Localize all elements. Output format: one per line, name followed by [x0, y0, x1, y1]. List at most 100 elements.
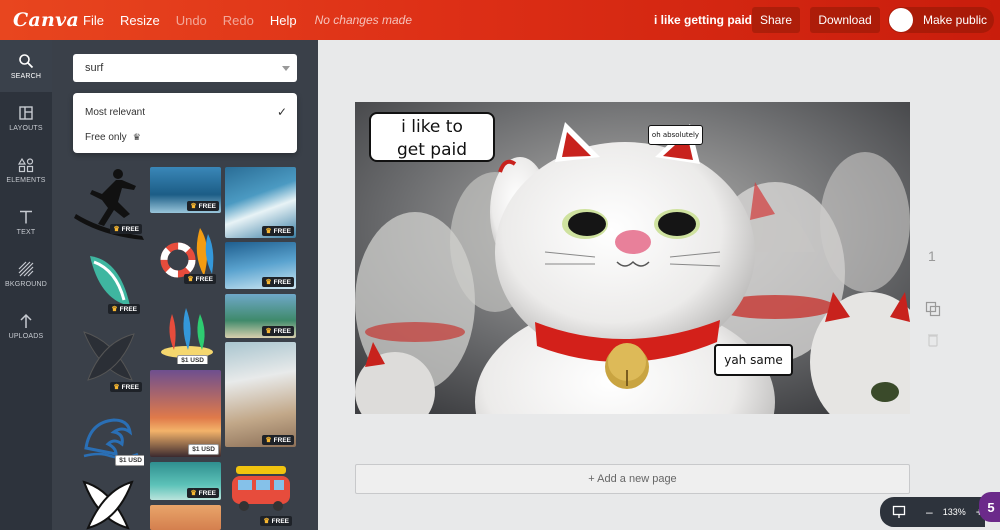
surfer-silhouette-graphic[interactable]: ♛ FREE: [72, 164, 146, 242]
bubble-small-text: oh absolutely: [651, 131, 700, 139]
crossed-surfboards-graphic[interactable]: ♛ FREE: [76, 328, 142, 392]
search-panel: Most relevant ✓ Free only♛ ♛FREE ♛FREE ♛…: [52, 40, 318, 530]
search-icon: [19, 53, 34, 68]
menu-resize[interactable]: Resize: [120, 13, 160, 28]
free-badge: ♛ FREE: [262, 435, 294, 445]
crown-icon: ♛: [265, 437, 272, 444]
surf-photo-thumbnail[interactable]: ♛ FREE: [150, 167, 221, 213]
surfboard-trio-graphic[interactable]: $1 USD: [156, 304, 218, 364]
beach-photo-thumbnail[interactable]: [150, 505, 221, 530]
rail-item-text[interactable]: TEXT: [0, 196, 52, 248]
top-bar: Canva File Resize Undo Redo Help No chan…: [0, 0, 1000, 40]
checkmark-icon: ✓: [276, 105, 287, 119]
zoom-level[interactable]: 133%: [943, 507, 966, 517]
make-public-label: Make public: [923, 13, 988, 27]
rail-item-uploads[interactable]: UPLOADS: [0, 300, 52, 352]
text-icon: [20, 210, 32, 223]
rail-item-background[interactable]: BKGROUND: [0, 248, 52, 300]
crown-icon: ♛: [265, 228, 272, 235]
free-badge: ♛ FREE: [262, 326, 294, 336]
rail-label-background: BKGROUND: [4, 280, 48, 288]
option-most-relevant[interactable]: Most relevant: [85, 107, 145, 118]
free-badge: ♛ FREE: [110, 382, 142, 392]
free-badge-label: FREE: [273, 227, 291, 235]
free-badge-label: FREE: [121, 383, 139, 391]
free-badge-label: FREE: [195, 275, 213, 283]
wave-splash-photo-thumbnail[interactable]: ♛ FREE: [225, 167, 296, 238]
crown-icon: ♛: [132, 132, 141, 142]
rail-item-elements[interactable]: ELEMENTS: [0, 144, 52, 196]
rail-label-elements: ELEMENTS: [6, 176, 46, 184]
speech-bubble-bottom[interactable]: yah same: [714, 344, 793, 376]
chevron-down-icon[interactable]: [282, 66, 290, 71]
speech-bubble-main[interactable]: i like to get paid: [369, 112, 495, 162]
free-badge: ♛ FREE: [184, 274, 216, 284]
free-badge: ♛ FREE: [260, 516, 292, 526]
free-badge: ♛ FREE: [187, 201, 219, 211]
page-number: 1: [928, 248, 936, 264]
option-free-only[interactable]: Free only ♛: [85, 132, 141, 143]
crown-icon: ♛: [265, 279, 272, 286]
price-badge-label: $1 USD: [181, 357, 204, 364]
zoom-controls: – 133% +: [880, 497, 985, 527]
option-most-relevant-label: Most relevant: [85, 107, 146, 118]
menu-redo[interactable]: Redo: [223, 13, 254, 28]
rail-item-layouts[interactable]: LAYOUTS: [0, 92, 52, 144]
sunset-surfer-photo-thumbnail[interactable]: $1 USD: [150, 370, 221, 457]
bubble-main-line2: get paid: [396, 140, 468, 160]
free-badge-label: FREE: [273, 436, 291, 444]
surf-van-graphic[interactable]: ♛ FREE: [228, 462, 294, 528]
present-icon[interactable]: [892, 505, 906, 519]
option-free-only-label: Free only: [85, 132, 127, 143]
download-button[interactable]: Download: [810, 7, 880, 33]
free-badge-label: FREE: [271, 517, 289, 525]
free-badge: ♛ FREE: [262, 277, 294, 287]
crown-icon: ♛: [113, 384, 120, 391]
wave-graphic[interactable]: $1 USD: [80, 408, 144, 470]
zoom-out-button[interactable]: –: [926, 505, 933, 519]
surfboard-graphic[interactable]: ♛ FREE: [80, 250, 142, 316]
layouts-icon: [19, 105, 33, 120]
crown-icon: ♛: [265, 328, 272, 335]
wave-photo-thumbnail[interactable]: ♛ FREE: [150, 462, 221, 500]
share-button[interactable]: Share: [752, 7, 800, 33]
crown-icon: ♛: [111, 306, 118, 313]
search-input[interactable]: [73, 54, 297, 82]
canva-logo[interactable]: Canva: [13, 9, 79, 31]
add-new-page-button[interactable]: + Add a new page: [355, 464, 910, 494]
life-ring-graphic[interactable]: ♛ FREE: [156, 224, 218, 286]
free-badge-label: FREE: [121, 225, 139, 233]
background-pattern-icon: [18, 261, 34, 276]
free-badge-label: FREE: [198, 202, 216, 210]
side-rail: SEARCH LAYOUTS ELEMENTS TEXT BKGROUND UP…: [0, 40, 52, 530]
coast-photo-thumbnail[interactable]: ♛ FREE: [225, 294, 296, 338]
menu-undo[interactable]: Undo: [176, 13, 207, 28]
design-page-photo[interactable]: i like to get paid oh absolutely yah sam…: [355, 102, 910, 414]
free-badge-label: FREE: [273, 278, 291, 286]
copy-page-icon[interactable]: [925, 301, 941, 317]
price-badge-label: $1 USD: [192, 446, 215, 453]
save-status: No changes made: [314, 13, 413, 27]
free-badge: ♛ FREE: [108, 304, 140, 314]
rail-label-uploads: UPLOADS: [8, 332, 44, 340]
free-badge-label: FREE: [273, 327, 291, 335]
help-notification-button[interactable]: 5: [979, 492, 1000, 522]
rail-label-layouts: LAYOUTS: [9, 124, 43, 132]
speech-bubble-small[interactable]: oh absolutely: [648, 125, 703, 145]
crown-icon: ♛: [190, 203, 197, 210]
free-badge-label: FREE: [119, 305, 137, 313]
price-badge-label: $1 USD: [119, 457, 142, 464]
sort-dropdown-menu: Most relevant ✓ Free only ♛: [73, 93, 297, 153]
document-title[interactable]: i like getting paid: [654, 13, 752, 27]
barrel-wave-photo-thumbnail[interactable]: ♛ FREE: [225, 242, 296, 289]
crossed-boards-outline-graphic[interactable]: [78, 480, 138, 530]
menu-help[interactable]: Help: [270, 13, 297, 28]
rail-item-search[interactable]: SEARCH: [0, 40, 52, 92]
help-count: 5: [987, 499, 995, 515]
shoreline-photo-thumbnail[interactable]: ♛ FREE: [225, 342, 296, 447]
menu-file[interactable]: File: [83, 13, 104, 28]
free-badge: ♛ FREE: [110, 224, 142, 234]
make-public-toggle[interactable]: Make public: [888, 7, 994, 33]
delete-page-icon[interactable]: [925, 332, 941, 348]
price-badge: $1 USD: [115, 455, 144, 466]
